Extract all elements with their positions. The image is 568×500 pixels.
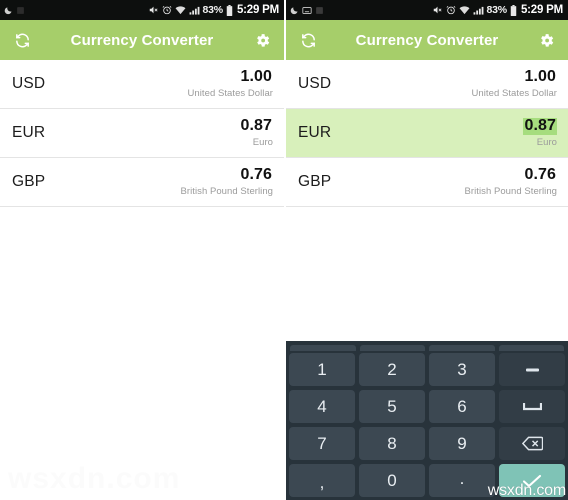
currency-value[interactable]: 1.00 [523, 68, 557, 86]
sd-card-icon [315, 6, 324, 15]
status-bar-left-icons [4, 6, 148, 15]
app-bar: Currency Converter [286, 20, 568, 60]
currency-code: GBP [12, 173, 46, 190]
key-3[interactable]: 3 [429, 353, 495, 386]
key-9[interactable]: 9 [429, 427, 495, 460]
key-1[interactable]: 1 [289, 353, 355, 386]
key-comma[interactable]: , [289, 464, 355, 497]
currency-name: Euro [536, 136, 557, 148]
currency-list: USD 1.00 United States Dollar EUR 0.87 E… [0, 60, 284, 207]
currency-name: British Pound Sterling [464, 185, 557, 197]
key-2[interactable]: 2 [359, 353, 425, 386]
strip-cell [359, 345, 425, 351]
keyboard-row-3: 7 8 9 [289, 427, 565, 460]
keyboard-row-2: 4 5 6 [289, 390, 565, 423]
key-minus[interactable] [499, 353, 565, 386]
keyboard-suggestion-strip [289, 345, 565, 351]
battery-icon [510, 4, 517, 16]
numeric-keyboard: 1 2 3 4 5 6 7 8 9 , 0 . [286, 341, 568, 500]
currency-value[interactable]: 0.76 [239, 166, 273, 184]
key-period[interactable]: . [429, 464, 495, 497]
key-4[interactable]: 4 [289, 390, 355, 423]
currency-row-usd[interactable]: USD 1.00 United States Dollar [286, 60, 568, 109]
currency-name: United States Dollar [187, 87, 273, 99]
strip-cell [498, 345, 564, 351]
keyboard-icon [302, 6, 312, 15]
refresh-icon[interactable] [297, 29, 319, 51]
key-8[interactable]: 8 [359, 427, 425, 460]
battery-icon [226, 4, 233, 16]
currency-value[interactable]: 1.00 [239, 68, 273, 86]
status-bar-clock: 5:29 PM [236, 4, 279, 16]
key-5[interactable]: 5 [359, 390, 425, 423]
moon-icon [290, 6, 299, 15]
currency-value-block: 1.00 United States Dollar [471, 68, 557, 99]
status-bar-clock: 5:29 PM [520, 4, 563, 16]
currency-value-editing[interactable]: 0.87 [523, 117, 557, 135]
currency-name: Euro [252, 136, 273, 148]
alarm-icon [446, 5, 456, 15]
page-title: Currency Converter [355, 31, 499, 49]
currency-row-gbp[interactable]: GBP 0.76 British Pound Sterling [286, 158, 568, 207]
currency-code: USD [298, 75, 332, 92]
currency-name: British Pound Sterling [180, 185, 273, 197]
keyboard-row-1: 1 2 3 [289, 353, 565, 386]
alarm-icon [162, 5, 172, 15]
dual-screenshot-container: 83% 5:29 PM Currency Converter USD 1.00 … [0, 0, 568, 500]
currency-code: EUR [12, 124, 46, 141]
currency-code: GBP [298, 173, 332, 190]
status-bar: 83% 5:29 PM [286, 0, 568, 20]
currency-row-usd[interactable]: USD 1.00 United States Dollar [0, 60, 284, 109]
currency-value[interactable]: 0.87 [239, 117, 273, 135]
currency-row-eur[interactable]: EUR 0.87 Euro [286, 109, 568, 158]
key-space[interactable] [499, 390, 565, 423]
wifi-icon [459, 5, 470, 15]
key-6[interactable]: 6 [429, 390, 495, 423]
keyboard-row-4: , 0 . [289, 464, 565, 497]
moon-icon [4, 6, 13, 15]
currency-value-block: 0.87 Euro [523, 117, 557, 148]
key-enter[interactable] [499, 464, 565, 497]
battery-percent: 83% [202, 4, 224, 16]
key-backspace[interactable] [499, 427, 565, 460]
battery-percent: 83% [486, 4, 508, 16]
status-bar-right-icons: 83% 5:29 PM [432, 4, 563, 16]
mute-icon [148, 5, 159, 15]
key-7[interactable]: 7 [289, 427, 355, 460]
currency-code: EUR [298, 124, 332, 141]
currency-list: USD 1.00 United States Dollar EUR 0.87 E… [286, 60, 568, 207]
key-0[interactable]: 0 [359, 464, 425, 497]
watermark-left: wsxdn.com [8, 462, 181, 495]
strip-cell [290, 345, 356, 351]
signal-icon [189, 6, 200, 15]
currency-code: USD [12, 75, 46, 92]
currency-value-block: 0.76 British Pound Sterling [180, 166, 273, 197]
status-bar-left-icons [290, 6, 432, 15]
currency-row-gbp[interactable]: GBP 0.76 British Pound Sterling [0, 158, 284, 207]
currency-value-block: 0.87 Euro [239, 117, 273, 148]
wifi-icon [175, 5, 186, 15]
currency-value-block: 1.00 United States Dollar [187, 68, 273, 99]
mute-icon [432, 5, 443, 15]
right-phone-screen: 83% 5:29 PM Currency Converter USD 1.00 … [286, 0, 568, 500]
currency-row-eur[interactable]: EUR 0.87 Euro [0, 109, 284, 158]
status-bar: 83% 5:29 PM [0, 0, 284, 20]
gear-icon[interactable] [535, 29, 557, 51]
refresh-icon[interactable] [11, 29, 33, 51]
currency-value[interactable]: 0.76 [523, 166, 557, 184]
status-bar-right-icons: 83% 5:29 PM [148, 4, 279, 16]
app-bar: Currency Converter [0, 20, 284, 60]
signal-icon [473, 6, 484, 15]
currency-value-block: 0.76 British Pound Sterling [464, 166, 557, 197]
currency-name: United States Dollar [471, 87, 557, 99]
left-phone-screen: 83% 5:29 PM Currency Converter USD 1.00 … [0, 0, 284, 500]
sd-card-icon [16, 6, 25, 15]
strip-cell [429, 345, 495, 351]
gear-icon[interactable] [251, 29, 273, 51]
page-title: Currency Converter [70, 31, 214, 49]
